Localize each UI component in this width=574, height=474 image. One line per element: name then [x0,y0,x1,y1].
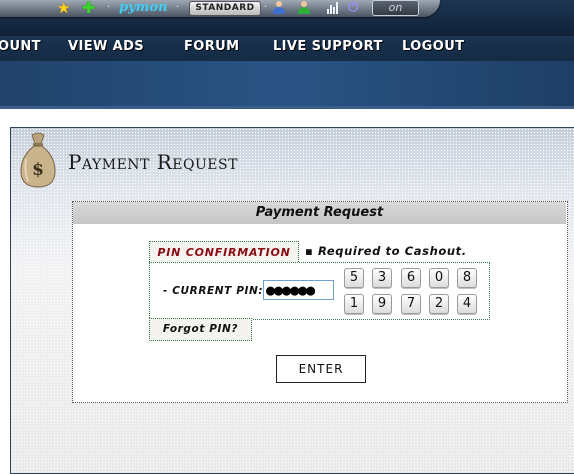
spacer-band [0,109,574,127]
enter-button[interactable]: ENTER [276,355,366,383]
stats-icon[interactable] [327,2,339,14]
current-pin-label: - CURRENT PIN: [163,285,264,297]
nav-view-ads[interactable]: VIEW ADS [68,39,144,54]
keypad-key[interactable]: 3 [372,268,392,288]
keypad-key[interactable]: 1 [344,294,364,314]
account-type-badge[interactable]: STANDARD [189,1,261,16]
keypad-key[interactable]: 2 [429,294,449,314]
keypad-key[interactable]: 6 [401,268,421,288]
keypad-key[interactable]: 9 [372,294,392,314]
keypad-key[interactable]: 7 [401,294,421,314]
power-icon[interactable]: ⏻ [348,0,358,16]
nav-live-support[interactable]: LIVE SUPPORT [273,39,383,54]
top-bar: ★ ✚ · pymon · STANDARD · ⏻ on [0,0,574,36]
separator-dot: · [107,2,111,13]
add-icon[interactable]: ✚ [82,0,95,16]
online-toggle[interactable]: on [372,0,419,16]
keypad-key[interactable]: 4 [457,294,477,314]
username-link[interactable]: pymon [119,0,168,16]
separator-dot: · [176,2,180,13]
user-add-icon[interactable] [298,1,310,14]
page-title: Payment Request [68,150,238,174]
nav-logout[interactable]: LOGOUT [402,39,464,54]
user-toolbar: ★ ✚ · pymon · STANDARD · ⏻ on [0,0,440,17]
nav-account[interactable]: OUNT [0,39,41,54]
money-bag-icon: $ [20,132,56,188]
user-icon[interactable] [273,1,285,14]
payment-request-header: Payment Request [73,202,566,224]
separator-dot: · [264,2,268,13]
pin-confirmation-label: PIN CONFIRMATION [149,241,299,264]
keypad-key[interactable]: 5 [344,268,364,288]
current-pin-input[interactable]: ●●●●●● [263,280,334,300]
keypad-key[interactable]: 8 [457,268,477,288]
header-banner [0,61,574,109]
star-icon[interactable]: ★ [57,0,70,16]
nav-forum[interactable]: FORUM [184,39,239,54]
main-nav: OUNT VIEW ADS FORUM LIVE SUPPORT LOGOUT [0,36,574,61]
svg-text:$: $ [32,160,44,180]
forgot-pin-link[interactable]: Forgot PIN? [149,318,252,341]
required-note: ▪ Required to Cashout. [305,244,467,258]
keypad-key[interactable]: 0 [429,268,449,288]
